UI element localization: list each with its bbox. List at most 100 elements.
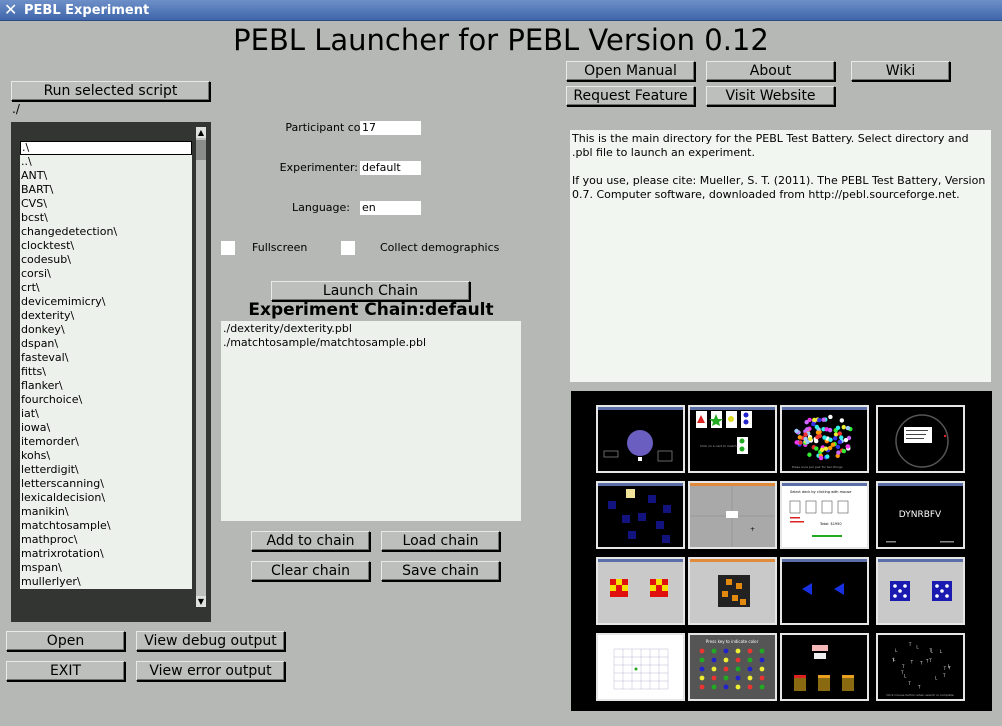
- file-list-item[interactable]: dexterity\: [20, 309, 192, 323]
- thumbnail-caption: Total: $1950: [819, 522, 842, 526]
- file-list-item[interactable]: changedetection\: [20, 225, 192, 239]
- thumbnail-search: Click mouse button when search is comple…: [876, 633, 965, 701]
- participant-code-field[interactable]: 17: [360, 121, 421, 135]
- language-field[interactable]: en: [360, 201, 421, 215]
- screenshot-gallery: Click on a card to match... Press once p…: [571, 391, 992, 711]
- file-list-item[interactable]: devicemimicry\: [20, 295, 192, 309]
- chain-list-item[interactable]: ./matchtosample/matchtosample.pbl: [223, 336, 519, 350]
- thumbnail-caption: Press key to indicate color: [706, 639, 759, 644]
- file-list-item[interactable]: fourchoice\: [20, 393, 192, 407]
- file-list-item[interactable]: corsi\: [20, 267, 192, 281]
- svg-text:T: T: [919, 661, 923, 666]
- chain-title: Experiment Chain:default: [248, 300, 494, 320]
- file-list-item[interactable]: ..\: [20, 155, 192, 169]
- visit-website-button[interactable]: Visit Website: [706, 86, 835, 106]
- load-chain-button[interactable]: Load chain: [381, 531, 500, 551]
- experimenter-field[interactable]: default: [360, 161, 421, 175]
- file-list-item[interactable]: itemorder\: [20, 435, 192, 449]
- file-list-item[interactable]: kohs\: [20, 449, 192, 463]
- svg-text:+: +: [750, 526, 755, 533]
- file-list-item[interactable]: dspan\: [20, 337, 192, 351]
- add-to-chain-button[interactable]: Add to chain: [251, 531, 370, 551]
- page-title: PEBL Launcher for PEBL Version 0.12: [233, 23, 769, 57]
- clear-chain-button[interactable]: Clear chain: [251, 561, 370, 581]
- thumbnail-stroop: Press key to indicate color: [688, 633, 777, 701]
- file-list-item[interactable]: matchtosample\: [20, 519, 192, 533]
- thumbnail-caption: Click mouse button when search is comple…: [886, 693, 953, 697]
- launch-chain-button[interactable]: Launch Chain: [271, 281, 470, 301]
- file-browser: .\ ..\ ANT\ BART\ CVS\ bcst\ changedetection\ c…: [11, 122, 211, 622]
- svg-text:T: T: [907, 681, 911, 686]
- file-list-item[interactable]: crt\: [20, 281, 192, 295]
- file-list-item[interactable]: bcst\: [20, 211, 192, 225]
- view-error-output-button[interactable]: View error output: [136, 661, 285, 681]
- file-list-item[interactable]: matrixrotation\: [20, 547, 192, 561]
- description-panel: This is the main directory for the PEBL …: [570, 130, 991, 382]
- thumbnail-clock: [876, 405, 965, 473]
- file-list-item[interactable]: ANT\: [20, 169, 192, 183]
- file-list-item[interactable]: mullerlyer\: [20, 575, 192, 589]
- open-button[interactable]: Open: [6, 631, 125, 651]
- description-text: This is the main directory for the PEBL …: [572, 132, 969, 159]
- thumbnail-kohs: [688, 557, 777, 625]
- chain-list[interactable]: ./dexterity/dexterity.pbl ./matchtosample…: [221, 321, 521, 521]
- thumbnail-mullerlyer: [780, 557, 869, 625]
- file-list-item[interactable]: BART\: [20, 183, 192, 197]
- save-chain-button[interactable]: Save chain: [381, 561, 500, 581]
- thumbnail-caption: DYNRBFV: [899, 510, 942, 520]
- thumbnail-matching-left: [596, 557, 685, 625]
- file-list-item[interactable]: iowa\: [20, 421, 192, 435]
- svg-text:T: T: [910, 659, 914, 664]
- file-list-scrollbar[interactable]: ▲ ▼: [196, 127, 206, 607]
- file-list-item[interactable]: manikin\: [20, 505, 192, 519]
- file-list-item[interactable]: iat\: [20, 407, 192, 421]
- chain-list-item[interactable]: ./dexterity/dexterity.pbl: [223, 322, 519, 336]
- wiki-button[interactable]: Wiki: [851, 61, 950, 81]
- file-list-item[interactable]: letterscanning\: [20, 477, 192, 491]
- thumbnail-iowa: Select deck by clicking with mouse Total:…: [780, 481, 869, 549]
- file-list-item[interactable]: lexicaldecision\: [20, 491, 192, 505]
- thumbnail-caption: Click on a card to match...: [700, 444, 739, 448]
- file-list-item[interactable]: fasteval\: [20, 351, 192, 365]
- run-selected-script-button[interactable]: Run selected script: [11, 81, 210, 101]
- window-titlebar: ✕ PEBL Experiment: [0, 0, 1002, 21]
- scroll-up-icon[interactable]: ▲: [196, 127, 206, 138]
- current-directory: ./: [12, 102, 20, 116]
- file-list-item[interactable]: fitts\: [20, 365, 192, 379]
- scrollbar-thumb[interactable]: [196, 140, 206, 160]
- file-list-item[interactable]: donkey\: [20, 323, 192, 337]
- svg-text:T: T: [901, 664, 905, 669]
- file-list-item[interactable]: .\: [20, 141, 192, 155]
- file-list-item[interactable]: codesub\: [20, 253, 192, 267]
- experimenter-label: Experimenter:: [279, 161, 358, 174]
- exit-button[interactable]: EXIT: [6, 661, 125, 681]
- thumbnail-caption: Press once per pair for two things: [792, 465, 843, 469]
- demographics-checkbox[interactable]: [341, 241, 355, 255]
- file-list[interactable]: .\ ..\ ANT\ BART\ CVS\ bcst\ changedetection\ c…: [20, 141, 192, 589]
- thumbnail-caption: Select deck by clicking with mouse: [790, 490, 851, 494]
- thumbnail-tower: [780, 633, 869, 701]
- svg-text:T: T: [942, 673, 946, 678]
- file-list-item[interactable]: clocktest\: [20, 239, 192, 253]
- thumbnail-ant: [596, 405, 685, 473]
- fullscreen-checkbox[interactable]: [221, 241, 235, 255]
- file-list-item[interactable]: letterdigit\: [20, 463, 192, 477]
- window-title: PEBL Experiment: [24, 3, 150, 18]
- thumbnail-colors: Press once per pair for two things: [780, 405, 869, 473]
- file-list-item[interactable]: flanker\: [20, 379, 192, 393]
- file-list-item[interactable]: mspan\: [20, 561, 192, 575]
- open-manual-button[interactable]: Open Manual: [566, 61, 695, 81]
- about-button[interactable]: About: [706, 61, 835, 81]
- file-list-item[interactable]: mathproc\: [20, 533, 192, 547]
- thumbnail-corsi: [596, 481, 685, 549]
- request-feature-button[interactable]: Request Feature: [566, 86, 695, 106]
- view-debug-output-button[interactable]: View debug output: [136, 631, 285, 651]
- thumbnail-crosshair: +: [688, 481, 777, 549]
- close-icon[interactable]: ✕: [4, 1, 17, 19]
- thumbnail-grid: [596, 633, 685, 701]
- file-list-item[interactable]: CVS\: [20, 197, 192, 211]
- thumbnail-letterdigit: DYNRBFV: [876, 481, 965, 549]
- language-label: Language:: [292, 201, 350, 214]
- scroll-down-icon[interactable]: ▼: [196, 596, 206, 607]
- svg-text:T: T: [908, 642, 912, 647]
